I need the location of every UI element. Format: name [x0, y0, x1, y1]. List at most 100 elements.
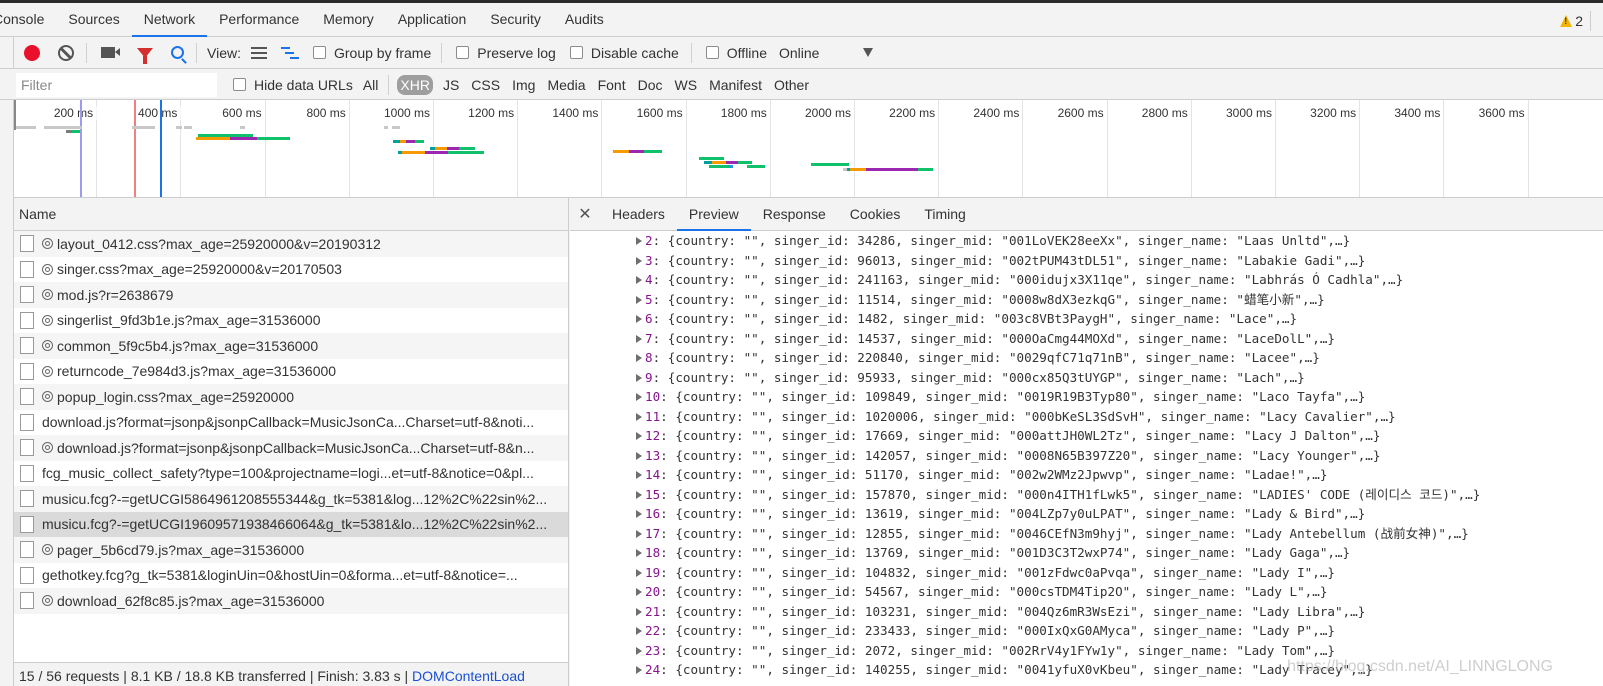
- expand-triangle-icon[interactable]: [636, 529, 642, 538]
- tab-security[interactable]: Security: [478, 3, 553, 36]
- json-array-item[interactable]: 7: {country: "", singer_id: 14537, singe…: [570, 329, 1603, 349]
- search-icon[interactable]: [171, 46, 184, 59]
- type-filter-manifest[interactable]: Manifest: [707, 77, 764, 93]
- request-row[interactable]: layout_0412.css?max_age=25920000&v=20190…: [14, 231, 568, 257]
- tab-console[interactable]: Console: [0, 3, 56, 36]
- json-array-item[interactable]: 20: {country: "", singer_id: 54567, sing…: [570, 582, 1603, 602]
- tab-response[interactable]: Response: [751, 198, 838, 230]
- json-array-item[interactable]: 8: {country: "", singer_id: 220840, sing…: [570, 348, 1603, 368]
- request-row[interactable]: musicu.fcg?-=getUCGI19609571938466064&g_…: [14, 511, 568, 537]
- timeline-selection-handle[interactable]: [14, 100, 16, 130]
- json-array-item[interactable]: 13: {country: "", singer_id: 142057, sin…: [570, 446, 1603, 466]
- tab-sources[interactable]: Sources: [56, 3, 131, 36]
- expand-triangle-icon[interactable]: [636, 334, 642, 343]
- preserve-log-checkbox[interactable]: Preserve log: [456, 45, 556, 61]
- expand-triangle-icon[interactable]: [636, 432, 642, 440]
- json-array-item[interactable]: 24: {country: "", singer_id: 140255, sin…: [570, 660, 1603, 680]
- warnings-counter[interactable]: 2: [1560, 11, 1591, 31]
- offline-checkbox[interactable]: Offline: [705, 45, 767, 61]
- request-row[interactable]: download.js?format=jsonp&jsonpCallback=M…: [14, 410, 568, 436]
- expand-triangle-icon[interactable]: [636, 354, 642, 362]
- type-filter-xhr[interactable]: XHR: [397, 74, 433, 95]
- filter-input[interactable]: [16, 72, 217, 97]
- expand-triangle-icon[interactable]: [636, 490, 642, 499]
- type-filter-media[interactable]: Media: [545, 77, 587, 93]
- json-array-item[interactable]: 12: {country: "", singer_id: 17669, sing…: [570, 426, 1603, 446]
- clear-icon[interactable]: [58, 44, 74, 61]
- json-array-item[interactable]: 19: {country: "", singer_id: 104832, sin…: [570, 563, 1603, 583]
- expand-triangle-icon[interactable]: [636, 451, 642, 460]
- close-icon[interactable]: ✕: [570, 198, 600, 230]
- json-array-item[interactable]: 18: {country: "", singer_id: 13769, sing…: [570, 543, 1603, 563]
- checkbox[interactable]: [456, 46, 470, 59]
- json-array-item[interactable]: 15: {country: "", singer_id: 157870, sin…: [570, 485, 1603, 505]
- type-filter-font[interactable]: Font: [596, 77, 628, 93]
- name-column-header[interactable]: Name: [14, 198, 568, 231]
- request-row[interactable]: singer.css?max_age=25920000&v=20170503: [14, 257, 568, 283]
- filter-icon[interactable]: [137, 47, 153, 64]
- request-row[interactable]: download_62f8c85.js?max_age=31536000: [14, 588, 568, 614]
- request-row[interactable]: gethotkey.fcg?g_tk=5381&loginUin=0&hostU…: [14, 563, 568, 589]
- tab-timing[interactable]: Timing: [912, 198, 978, 230]
- record-icon[interactable]: [24, 44, 40, 61]
- request-row[interactable]: pager_5b6cd79.js?max_age=31536000: [14, 537, 568, 563]
- json-array-item[interactable]: 4: {country: "", singer_id: 241163, sing…: [570, 270, 1603, 290]
- json-array-item[interactable]: 11: {country: "", singer_id: 1020006, si…: [570, 407, 1603, 427]
- json-array-item[interactable]: 14: {country: "", singer_id: 51170, sing…: [570, 465, 1603, 485]
- type-filter-other[interactable]: Other: [772, 77, 811, 93]
- json-array-item[interactable]: 10: {country: "", singer_id: 109849, sin…: [570, 387, 1603, 407]
- json-array-item[interactable]: 22: {country: "", singer_id: 233433, sin…: [570, 621, 1603, 641]
- type-filter-ws[interactable]: WS: [673, 77, 700, 93]
- expand-triangle-icon[interactable]: [636, 568, 642, 577]
- tab-application[interactable]: Application: [386, 3, 479, 36]
- expand-triangle-icon[interactable]: [636, 237, 642, 245]
- json-array-item[interactable]: 3: {country: "", singer_id: 96013, singe…: [570, 251, 1603, 271]
- expand-triangle-icon[interactable]: [636, 646, 642, 655]
- tab-preview[interactable]: Preview: [676, 198, 751, 231]
- json-array-item[interactable]: 16: {country: "", singer_id: 13619, sing…: [570, 504, 1603, 524]
- expand-triangle-icon[interactable]: [636, 393, 642, 401]
- checkbox[interactable]: [705, 46, 719, 59]
- expand-triangle-icon[interactable]: [636, 295, 642, 304]
- tab-network[interactable]: Network: [131, 3, 208, 37]
- type-filter-doc[interactable]: Doc: [636, 77, 665, 93]
- expand-triangle-icon[interactable]: [636, 666, 642, 674]
- group-by-frame-checkbox[interactable]: Group by frame: [312, 45, 431, 61]
- checkbox[interactable]: [233, 78, 246, 91]
- json-array-item[interactable]: 9: {country: "", singer_id: 95933, singe…: [570, 368, 1603, 388]
- request-row[interactable]: returncode_7e984d3.js?max_age=31536000: [14, 359, 568, 385]
- expand-triangle-icon[interactable]: [636, 588, 642, 596]
- request-row[interactable]: musicu.fcg?-=getUCGI5864961208555344&g_t…: [14, 486, 568, 512]
- tab-memory[interactable]: Memory: [311, 3, 386, 36]
- json-array-item[interactable]: 6: {country: "", singer_id: 1482, singer…: [570, 309, 1603, 329]
- tab-cookies[interactable]: Cookies: [838, 198, 913, 230]
- tab-headers[interactable]: Headers: [600, 198, 677, 230]
- json-array-item[interactable]: 21: {country: "", singer_id: 103231, sin…: [570, 602, 1603, 622]
- type-filter-js[interactable]: JS: [441, 77, 461, 93]
- request-row[interactable]: mod.js?r=2638679: [14, 282, 568, 308]
- checkbox[interactable]: [312, 46, 326, 59]
- network-overview-timeline[interactable]: 200 ms 400 ms 600 ms 800 ms 1000 ms 1200 ms 14…: [14, 100, 1603, 198]
- expand-triangle-icon[interactable]: [636, 607, 642, 616]
- type-filter-css[interactable]: CSS: [469, 77, 502, 93]
- disable-cache-checkbox[interactable]: Disable cache: [569, 45, 679, 61]
- tab-performance[interactable]: Performance: [207, 3, 311, 36]
- type-filter-img[interactable]: Img: [510, 77, 537, 93]
- throttling-select[interactable]: Online: [779, 45, 819, 61]
- request-row[interactable]: singerlist_9fd3b1e.js?max_age=31536000: [14, 308, 568, 334]
- request-row[interactable]: popup_login.css?max_age=25920000: [14, 384, 568, 410]
- json-array-item[interactable]: 2: {country: "", singer_id: 34286, singe…: [570, 231, 1603, 251]
- expand-triangle-icon[interactable]: [636, 276, 642, 284]
- expand-triangle-icon[interactable]: [636, 256, 642, 265]
- camera-icon[interactable]: [101, 47, 120, 58]
- list-view-icon[interactable]: [250, 46, 267, 59]
- json-array-item[interactable]: 23: {country: "", singer_id: 2072, singe…: [570, 641, 1603, 661]
- expand-triangle-icon[interactable]: [636, 510, 642, 518]
- expand-triangle-icon[interactable]: [636, 412, 642, 421]
- waterfall-view-icon[interactable]: [280, 46, 299, 59]
- request-row[interactable]: download.js?format=jsonp&jsonpCallback=M…: [14, 435, 568, 461]
- checkbox[interactable]: [569, 46, 583, 59]
- json-array-item[interactable]: 5: {country: "", singer_id: 11514, singe…: [570, 290, 1603, 310]
- chevron-down-icon[interactable]: [863, 48, 874, 57]
- expand-triangle-icon[interactable]: [636, 627, 642, 635]
